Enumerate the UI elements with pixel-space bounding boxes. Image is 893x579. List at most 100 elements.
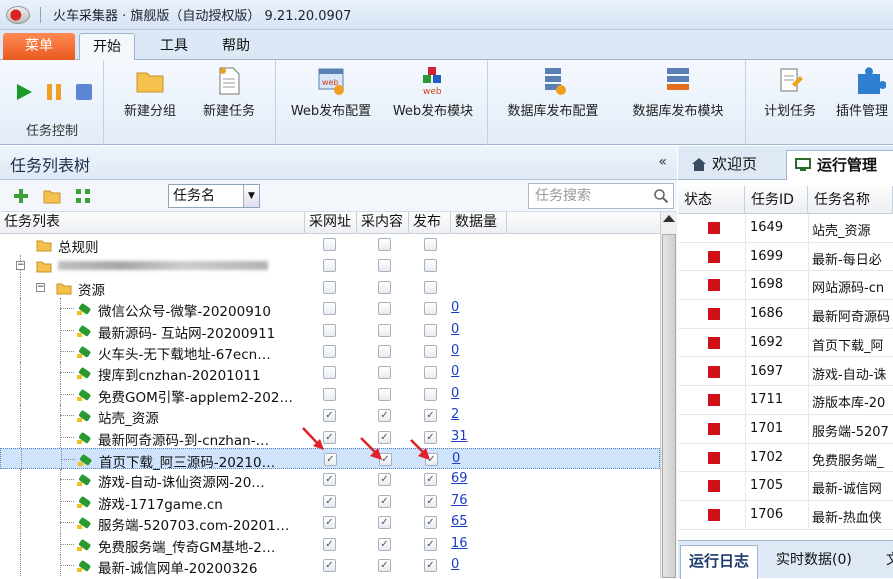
run-row[interactable]: 1711 游版本库-20 bbox=[678, 386, 893, 415]
db-publish-config-button[interactable]: 数据库发布配置 bbox=[498, 66, 608, 119]
data-count-link[interactable]: 0 bbox=[451, 364, 459, 379]
collect-url-checkbox[interactable]: ✓ bbox=[324, 453, 337, 466]
run-row[interactable]: 1702 免费服务端_ bbox=[678, 443, 893, 473]
schedule-task-button[interactable]: 计划任务 bbox=[758, 66, 822, 119]
collect-content-checkbox[interactable] bbox=[378, 366, 391, 380]
tree-task-row[interactable]: 搜库到cnzhan-20201011 0 bbox=[0, 362, 660, 384]
collect-url-checkbox[interactable] bbox=[323, 387, 336, 401]
collect-content-checkbox[interactable] bbox=[378, 345, 391, 358]
publish-checkbox[interactable] bbox=[424, 387, 437, 401]
tree-folder-row[interactable]: − 资源 bbox=[0, 276, 660, 299]
collect-url-checkbox[interactable] bbox=[323, 238, 336, 251]
tree-task-row[interactable]: 免费服务端_传奇GM基地-2… ✓ ✓ ✓ 16 bbox=[0, 533, 660, 556]
search-field-select[interactable]: 任务名 ▼ bbox=[168, 184, 260, 208]
add-icon[interactable] bbox=[12, 187, 30, 205]
tree-task-row[interactable]: 站壳_资源 ✓ ✓ ✓ 2 bbox=[0, 405, 660, 427]
publish-checkbox[interactable] bbox=[424, 323, 437, 337]
play-icon[interactable] bbox=[14, 82, 34, 102]
publish-checkbox[interactable] bbox=[424, 366, 437, 380]
collect-content-checkbox[interactable] bbox=[378, 302, 391, 316]
expand-all-icon[interactable] bbox=[74, 187, 92, 205]
run-row[interactable]: 1697 游戏-自动-诛 bbox=[678, 357, 893, 387]
tab-start[interactable]: 开始 bbox=[79, 33, 135, 60]
run-row[interactable]: 1686 最新阿奇源码 bbox=[678, 300, 893, 329]
collect-url-checkbox[interactable]: ✓ bbox=[323, 473, 336, 487]
scroll-thumb[interactable] bbox=[662, 234, 676, 578]
collect-url-checkbox[interactable] bbox=[323, 345, 336, 358]
tree-folder-row[interactable]: − bbox=[0, 255, 660, 277]
tree-task-row[interactable]: 最新-诚信网单-20200326 ✓ ✓ ✓ 0 bbox=[0, 555, 660, 577]
data-count-link[interactable]: 0 bbox=[451, 322, 459, 337]
collect-url-checkbox[interactable] bbox=[323, 302, 336, 316]
publish-checkbox[interactable] bbox=[424, 302, 437, 316]
collect-url-checkbox[interactable] bbox=[323, 323, 336, 337]
tree-task-row[interactable]: 火车头-无下载地址-67ecn… 0 bbox=[0, 341, 660, 363]
collect-content-checkbox[interactable] bbox=[378, 323, 391, 337]
tree-task-row[interactable]: 游戏-1717game.cn ✓ ✓ ✓ 76 bbox=[0, 490, 660, 513]
collect-url-checkbox[interactable] bbox=[323, 259, 336, 273]
tree-task-row[interactable]: 免费GOM引擎-applem2-202… 0 bbox=[0, 383, 660, 406]
collect-content-checkbox[interactable] bbox=[378, 387, 391, 401]
web-publish-config-button[interactable]: web Web发布配置 bbox=[282, 66, 380, 119]
publish-checkbox[interactable]: ✓ bbox=[424, 409, 437, 423]
publish-checkbox[interactable] bbox=[424, 345, 437, 358]
tab-help[interactable]: 帮助 bbox=[208, 33, 264, 60]
data-count-link[interactable]: 31 bbox=[451, 429, 468, 444]
collect-content-checkbox[interactable] bbox=[378, 280, 391, 294]
collect-url-checkbox[interactable]: ✓ bbox=[323, 559, 336, 572]
tree-task-row[interactable]: 微信公众号-微擎-20200910 0 bbox=[0, 298, 660, 320]
col-task-name[interactable]: 任务名称 bbox=[808, 186, 893, 214]
task-tree-scrollbar[interactable] bbox=[660, 212, 677, 578]
data-count-link[interactable]: 16 bbox=[451, 536, 468, 551]
tree-task-row[interactable]: 首页下载_阿三源码-20210… ✓ ✓ ✓ 0 bbox=[0, 448, 660, 471]
tab-run-manage[interactable]: 运行管理 bbox=[786, 150, 893, 180]
publish-checkbox[interactable] bbox=[424, 259, 437, 273]
collapse-panel-icon[interactable]: « bbox=[658, 154, 667, 170]
data-count-link[interactable]: 2 bbox=[451, 407, 459, 422]
data-count-link[interactable]: 0 bbox=[451, 557, 459, 572]
pause-icon[interactable] bbox=[44, 82, 64, 102]
run-row[interactable]: 1706 最新-热血侠 bbox=[678, 501, 893, 530]
collect-content-checkbox[interactable] bbox=[378, 238, 391, 251]
data-count-link[interactable]: 69 bbox=[451, 471, 468, 486]
collect-url-checkbox[interactable]: ✓ bbox=[323, 494, 336, 508]
col-data-count[interactable]: 数据量 bbox=[451, 212, 507, 234]
tab-menu[interactable]: 菜单 bbox=[3, 33, 75, 60]
stop-icon[interactable] bbox=[74, 82, 94, 102]
collect-content-checkbox[interactable]: ✓ bbox=[378, 473, 391, 487]
col-collect-url[interactable]: 采网址 bbox=[305, 212, 357, 234]
run-row[interactable]: 1699 最新-每日必 bbox=[678, 242, 893, 272]
new-group-button[interactable]: 新建分组 bbox=[118, 66, 182, 119]
search-icon[interactable] bbox=[653, 188, 669, 204]
collect-url-checkbox[interactable] bbox=[323, 280, 336, 294]
scroll-up-icon[interactable] bbox=[663, 215, 675, 222]
collect-url-checkbox[interactable]: ✓ bbox=[323, 409, 336, 423]
data-count-link[interactable]: 0 bbox=[451, 386, 459, 401]
collapse-toggle-icon[interactable]: − bbox=[36, 282, 45, 292]
data-count-link[interactable]: 0 bbox=[451, 300, 459, 315]
open-folder-icon[interactable] bbox=[43, 187, 61, 205]
collapse-toggle-icon[interactable]: − bbox=[16, 261, 25, 271]
publish-checkbox[interactable]: ✓ bbox=[424, 473, 437, 487]
task-search-input[interactable]: 任务搜索 bbox=[528, 183, 674, 209]
collect-url-checkbox[interactable]: ✓ bbox=[323, 516, 336, 530]
publish-checkbox[interactable]: ✓ bbox=[424, 559, 437, 572]
col-publish[interactable]: 发布 bbox=[409, 212, 451, 234]
collect-content-checkbox[interactable]: ✓ bbox=[378, 494, 391, 508]
web-publish-module-button[interactable]: web Web发布模块 bbox=[384, 66, 482, 119]
collect-url-checkbox[interactable]: ✓ bbox=[323, 537, 336, 551]
run-row[interactable]: 1701 服务端-5207 bbox=[678, 414, 893, 444]
run-row[interactable]: 1649 站壳_资源 bbox=[678, 214, 893, 243]
data-count-link[interactable]: 65 bbox=[451, 514, 468, 529]
publish-checkbox[interactable] bbox=[424, 238, 437, 251]
collect-content-checkbox[interactable]: ✓ bbox=[378, 559, 391, 572]
publish-checkbox[interactable]: ✓ bbox=[424, 494, 437, 508]
tab-realtime-data[interactable]: 实时数据(0) bbox=[768, 545, 860, 579]
db-publish-module-button[interactable]: 数据库发布模块 bbox=[622, 66, 734, 119]
data-count-link[interactable]: 0 bbox=[451, 343, 459, 358]
col-task-id[interactable]: 任务ID bbox=[745, 186, 808, 214]
collect-url-checkbox[interactable] bbox=[323, 366, 336, 380]
collect-content-checkbox[interactable]: ✓ bbox=[378, 516, 391, 530]
tree-task-row[interactable]: 最新阿奇源码-到-cnzhan-… ✓ ✓ ✓ 31 bbox=[0, 426, 660, 449]
col-status[interactable]: 状态 bbox=[678, 186, 745, 214]
